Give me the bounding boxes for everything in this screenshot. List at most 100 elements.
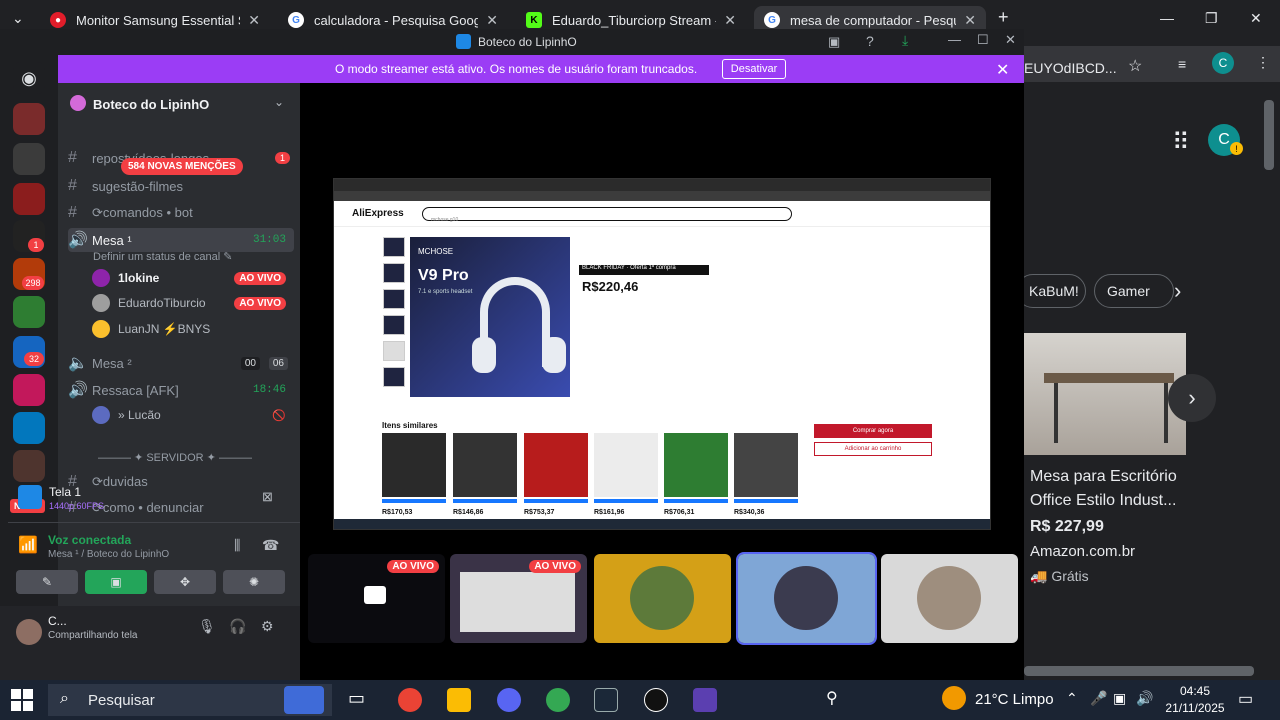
server-icon[interactable] (13, 412, 45, 444)
soundboard-button[interactable]: ✺ (223, 570, 285, 594)
maximize-icon[interactable]: ☐ (977, 32, 989, 48)
filter-chip-gamer[interactable]: Gamer (1094, 274, 1174, 308)
avatar[interactable] (16, 619, 42, 645)
volume-icon[interactable]: 🔊 (1136, 690, 1153, 707)
participant-tile-avatar[interactable] (881, 554, 1018, 643)
chrome-profile-icon[interactable] (546, 688, 570, 712)
activities-icon: ✥ (179, 575, 191, 589)
voice-user[interactable]: » Lucão 🚫 (92, 404, 292, 426)
participant-tile-stream[interactable]: AO VIVO (450, 554, 587, 643)
obs-icon[interactable] (644, 688, 668, 712)
close-banner-icon[interactable]: ✕ (996, 60, 1009, 80)
product-title[interactable]: Mesa para Escritório Office Estilo Indus… (1030, 465, 1180, 513)
notifications-icon[interactable]: ▭ (1238, 689, 1253, 709)
download-icon[interactable]: ⤓ (902, 32, 908, 49)
headphones-icon[interactable]: 🎧 (229, 618, 246, 635)
activities-button[interactable]: ✥ (154, 570, 216, 594)
chevron-right-icon[interactable]: › (1174, 278, 1181, 304)
chip-label: KaBuM! (1029, 283, 1079, 299)
network-icon[interactable]: ▣ (1113, 690, 1126, 707)
reading-list-icon[interactable]: ≡ (1178, 56, 1186, 72)
participant-tile-avatar[interactable] (594, 554, 731, 643)
profile-avatar[interactable]: C (1212, 52, 1234, 74)
menu-dots-icon[interactable]: ⋮ (1256, 54, 1270, 71)
new-tab-icon[interactable]: + (998, 7, 1009, 28)
settings-gear-icon[interactable]: ⚙ (261, 618, 274, 635)
voice-channel-mesa2[interactable]: 🔈 Mesa ² 00 06 (68, 351, 294, 375)
minimize-icon[interactable]: — (948, 32, 961, 47)
tab-search-chevron-icon[interactable]: ⌄ (12, 10, 24, 27)
close-tab-icon[interactable]: ✕ (486, 12, 498, 29)
voice-channel-ressaca[interactable]: 🔊 Ressaca [AFK] 18:46 (68, 378, 294, 402)
horizontal-scrollbar[interactable] (1024, 666, 1254, 676)
server-hospital-icon[interactable] (13, 143, 45, 175)
stream-thumbnail (460, 572, 575, 632)
task-view-icon[interactable]: ▭ (348, 688, 372, 712)
user-status: Compartilhando tela (48, 630, 138, 641)
apps-grid-icon[interactable]: ⠿ (1172, 128, 1190, 157)
share-screen-button[interactable]: ▣ (85, 570, 147, 594)
channel-sugestao[interactable]: # sugestão-filmes (68, 174, 294, 198)
discord-taskbar-icon[interactable] (497, 688, 521, 712)
close-tab-icon[interactable]: ✕ (248, 12, 260, 29)
file-explorer-icon[interactable] (447, 688, 471, 712)
voice-location[interactable]: Mesa ¹ / Boteco do LipinhO (48, 549, 169, 560)
bookmark-star-icon[interactable]: ☆ (1128, 56, 1142, 76)
clock[interactable]: 04:45 21/11/2025 (1162, 683, 1228, 717)
participant-tile-avatar-selected[interactable] (736, 552, 877, 645)
stream-viewer[interactable]: AliExpress mchose g10 MCHOSE V9 Pro 7.1 … (300, 83, 1024, 680)
carousel-next-button[interactable]: › (1168, 374, 1216, 422)
channel-label: Ressaca [AFK] (92, 382, 179, 398)
disable-streamer-button[interactable]: Desativar (722, 59, 786, 79)
voice-channel-mesa1[interactable]: 🔊 Mesa ¹ 31:03 (68, 228, 294, 252)
discord-window: Boteco do LipinhO ▣ ? ⤓ — ☐ ✕ O modo str… (0, 29, 1024, 680)
close-window-icon[interactable]: ✕ (1250, 10, 1262, 27)
stop-share-icon[interactable]: ⊠ (262, 489, 273, 505)
voice-user[interactable]: EduardoTiburcio AO VIVO (92, 292, 292, 314)
voice-status[interactable]: Voz conectada (48, 533, 131, 547)
tab-title: Eduardo_Tiburciorp Stream - W (552, 12, 716, 28)
help-icon[interactable]: ? (866, 33, 874, 49)
chevron-up-icon[interactable]: ⌃ (1066, 690, 1078, 707)
participant-tile-stream[interactable]: AO VIVO (308, 554, 445, 643)
maximize-icon[interactable]: ❐ (1205, 10, 1218, 27)
weather-text[interactable]: 21°C Limpo (975, 691, 1054, 708)
people-icon[interactable]: ⚲ (826, 688, 850, 712)
microphone-icon[interactable]: 🎙 (198, 618, 216, 635)
close-icon[interactable]: ✕ (1005, 32, 1016, 48)
close-tab-icon[interactable]: ✕ (724, 12, 736, 29)
server-icon[interactable] (13, 374, 45, 406)
windows-start-icon[interactable] (10, 688, 34, 712)
camera-toggle-button[interactable]: ✎ (16, 570, 78, 594)
channel-status-hint[interactable]: Definir um status de canal ✎ (93, 250, 232, 263)
chrome-icon[interactable] (398, 688, 422, 712)
chevron-down-icon[interactable]: ⌄ (274, 95, 284, 109)
steam-icon[interactable] (594, 688, 618, 712)
discord-home-icon[interactable]: ◉ (13, 62, 45, 94)
close-tab-icon[interactable]: ✕ (964, 12, 976, 29)
server-header[interactable]: Boteco do LipinhO ⌄ (58, 83, 300, 125)
taskbar-search[interactable]: ⌕ Pesquisar (48, 684, 332, 716)
server-icon[interactable] (13, 296, 45, 328)
address-bar[interactable]: EUYOdIBCD... ☆ (1024, 46, 1280, 82)
voice-user[interactable]: 1lokine AO VIVO (92, 267, 292, 289)
speaker-icon: 🔊 (68, 232, 88, 249)
category-separator[interactable]: ——— ✦ SERVIDOR ✦ ——— (98, 451, 252, 464)
minimize-icon[interactable]: — (1160, 10, 1174, 26)
disconnect-icon[interactable]: ☎ (262, 537, 279, 554)
product-image[interactable] (1024, 333, 1186, 455)
new-mentions-pill[interactable]: 584 NOVAS MENÇÕES (121, 158, 243, 175)
inbox-icon[interactable]: ▣ (828, 34, 840, 50)
vertical-scrollbar[interactable] (1264, 100, 1274, 170)
app-icon[interactable] (693, 688, 717, 712)
noise-suppression-icon[interactable]: ⫼ (234, 537, 240, 554)
voice-user[interactable]: LuanJN ⚡BNYS (92, 318, 292, 340)
server-orleans-icon[interactable] (13, 103, 45, 135)
microphone-icon[interactable]: 🎤 (1090, 690, 1107, 707)
channel-comandos[interactable]: # ⟳comandos • bot (68, 201, 294, 225)
similar-item-price: R$170,53 (382, 509, 413, 516)
stream-preview-screen[interactable]: AliExpress mchose g10 MCHOSE V9 Pro 7.1 … (333, 178, 991, 530)
search-text: mchose g10 (431, 217, 459, 223)
filter-chip-kabum[interactable]: KaBuM! (1016, 274, 1086, 308)
server-icon[interactable] (13, 183, 45, 215)
